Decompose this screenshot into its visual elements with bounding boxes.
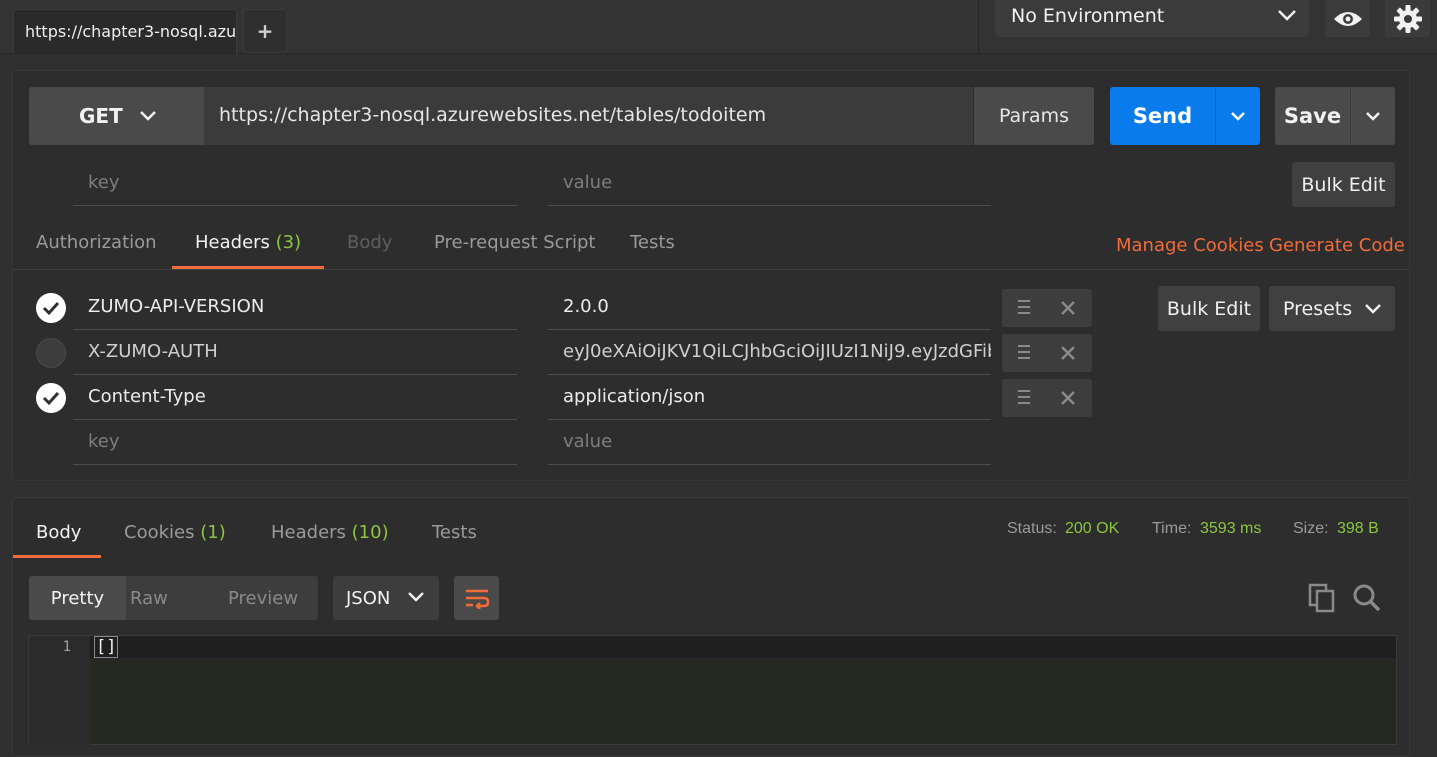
response-body-content: [] — [93, 636, 119, 658]
new-tab-button[interactable]: + — [243, 9, 287, 53]
time-value: 3593 ms — [1200, 520, 1262, 537]
header-new-value-input[interactable]: value — [548, 420, 991, 465]
drag-handle-icon[interactable] — [1018, 344, 1030, 360]
response-tab-cookies-count: (1) — [200, 522, 226, 543]
chevron-down-icon — [1278, 10, 1296, 21]
header-new-key-input[interactable]: key — [73, 420, 517, 465]
checkmark-icon — [42, 391, 60, 406]
header-value-input[interactable]: eyJ0eXAiOiJKV1QiLCJhbGciOiJIUzI1NiJ9.eyJ… — [548, 330, 991, 375]
environment-label: No Environment — [1011, 5, 1165, 27]
response-tab-body[interactable]: Body — [36, 522, 81, 543]
save-button[interactable]: Save — [1275, 87, 1350, 145]
status-value: 200 OK — [1065, 520, 1120, 537]
view-pretty-button[interactable]: Pretty — [29, 576, 126, 620]
url-input[interactable]: https://chapter3-nosql.azurewebsites.net… — [204, 87, 973, 145]
header-enabled-checkbox[interactable] — [36, 338, 66, 368]
tabs-divider — [13, 269, 1410, 270]
chevron-down-icon — [1366, 112, 1380, 121]
chevron-down-icon — [1231, 112, 1245, 121]
view-raw-button[interactable]: Raw — [130, 588, 168, 609]
plus-icon: + — [256, 19, 274, 43]
response-tab-headers-count: (10) — [351, 522, 389, 543]
view-preview-button[interactable]: Preview — [228, 588, 298, 609]
search-icon[interactable] — [1352, 583, 1382, 613]
header-key-input[interactable]: ZUMO-API-VERSION — [73, 285, 517, 330]
send-options-button[interactable] — [1215, 87, 1260, 145]
header-key-input[interactable]: Content-Type — [73, 375, 517, 420]
chevron-down-icon — [408, 592, 424, 602]
environment-select[interactable]: No Environment — [995, 0, 1309, 37]
close-icon[interactable] — [1060, 345, 1076, 361]
drag-handle-icon[interactable] — [1018, 299, 1030, 315]
size-label: Size: — [1293, 520, 1329, 537]
eye-icon — [1333, 11, 1362, 26]
header-value-input[interactable]: application/json — [548, 375, 991, 420]
tab-tests[interactable]: Tests — [630, 232, 675, 253]
param-key-input[interactable]: key — [73, 161, 517, 206]
settings-button[interactable] — [1385, 0, 1430, 37]
format-select[interactable]: JSON — [333, 576, 439, 620]
size-value: 398 B — [1337, 520, 1379, 537]
header-key-input[interactable]: X-ZUMO-AUTH — [73, 330, 517, 375]
header-value-input[interactable]: 2.0.0 — [548, 285, 991, 330]
response-tab-headers[interactable]: Headers (10) — [271, 522, 389, 543]
method-label: GET — [79, 104, 123, 128]
headers-bulk-edit-button[interactable]: Bulk Edit — [1158, 286, 1260, 331]
time-label: Time: — [1152, 520, 1192, 537]
response-tab-cookies[interactable]: Cookies (1) — [124, 522, 226, 543]
params-button[interactable]: Params — [973, 87, 1094, 145]
format-label: JSON — [346, 588, 391, 609]
top-bar-divider — [978, 0, 979, 54]
param-value-input[interactable]: value — [548, 161, 991, 206]
gear-icon — [1393, 4, 1422, 33]
tab-headers[interactable]: Headers (3) — [195, 232, 301, 253]
send-button[interactable]: Send — [1110, 87, 1215, 145]
copy-icon[interactable] — [1308, 583, 1336, 613]
line-number: 1 — [62, 639, 71, 655]
request-tab-active[interactable]: https://chapter3-nosql.azurewebsites.net… — [13, 9, 237, 55]
header-row-actions — [1002, 289, 1092, 327]
response-tab-headers-label: Headers — [271, 522, 346, 543]
close-icon[interactable] — [1060, 300, 1076, 316]
method-select[interactable]: GET — [29, 87, 204, 145]
active-response-tab-indicator — [13, 555, 101, 558]
tab-headers-label: Headers — [195, 232, 270, 253]
wrap-lines-button[interactable] — [454, 576, 499, 620]
save-options-button[interactable] — [1350, 87, 1395, 145]
params-bulk-edit-button[interactable]: Bulk Edit — [1292, 162, 1395, 207]
checkmark-icon — [42, 301, 60, 316]
response-tab-cookies-label: Cookies — [124, 522, 195, 543]
editor-active-line — [90, 636, 1396, 658]
generate-code-link[interactable]: Generate Code — [1269, 235, 1405, 256]
tab-authorization[interactable]: Authorization — [36, 232, 157, 253]
presets-label: Presets — [1283, 297, 1353, 320]
tab-body[interactable]: Body — [347, 232, 392, 253]
header-row-actions — [1002, 379, 1092, 417]
header-enabled-checkbox[interactable] — [36, 293, 66, 323]
header-enabled-checkbox[interactable] — [36, 383, 66, 413]
drag-handle-icon[interactable] — [1018, 389, 1030, 405]
tab-headers-count: (3) — [275, 232, 302, 253]
wrap-lines-icon — [465, 589, 489, 609]
header-row-actions — [1002, 334, 1092, 372]
status-label: Status: — [1007, 520, 1057, 537]
chevron-down-icon — [139, 111, 156, 121]
close-icon[interactable] — [1060, 390, 1076, 406]
response-tab-tests[interactable]: Tests — [432, 522, 477, 543]
request-tab-label: https://chapter3-nosql.azurewebsites.net… — [25, 22, 237, 41]
presets-button[interactable]: Presets — [1269, 286, 1395, 331]
manage-cookies-link[interactable]: Manage Cookies — [1116, 235, 1264, 256]
environment-quick-look-button[interactable] — [1325, 0, 1370, 37]
tab-prerequest-script[interactable]: Pre-request Script — [434, 232, 595, 253]
chevron-down-icon — [1365, 303, 1382, 314]
